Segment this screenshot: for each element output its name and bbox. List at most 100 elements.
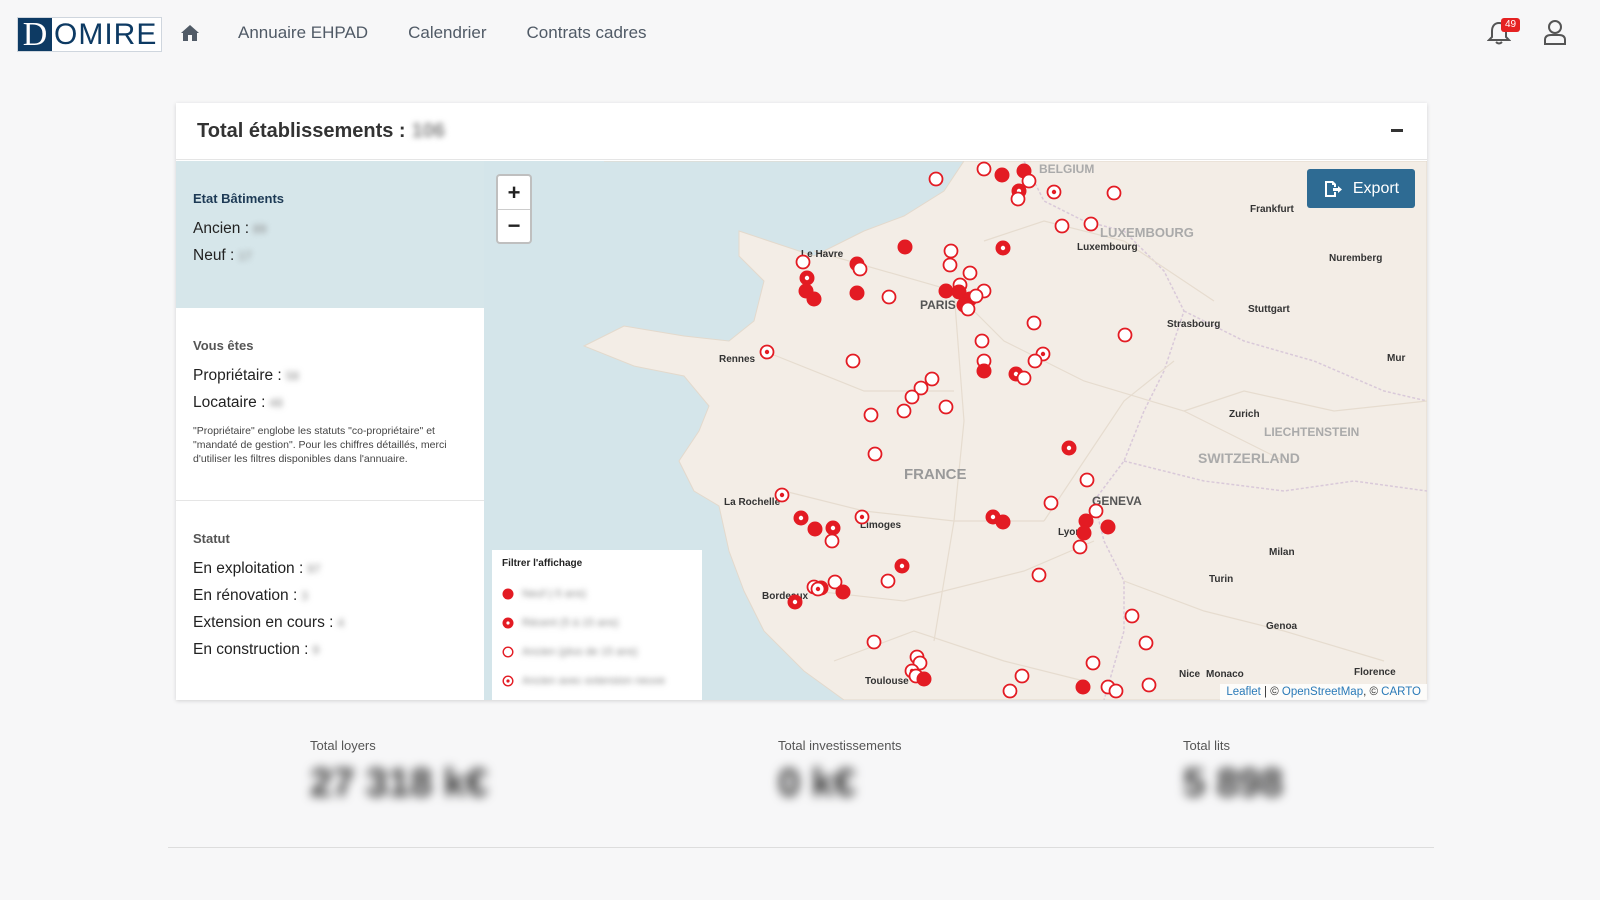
establishment-marker[interactable] [774, 487, 790, 503]
establishment-marker[interactable] [942, 257, 958, 273]
establishment-marker[interactable] [795, 254, 811, 270]
map-city-label: SWITZERLAND [1198, 450, 1300, 466]
establishment-marker[interactable] [1083, 216, 1099, 232]
total-loyers: Total loyers 27 318 k€ [310, 738, 488, 805]
establishment-marker[interactable] [1054, 218, 1070, 234]
establishment-marker[interactable] [976, 363, 992, 379]
map-city-label: Toulouse [865, 676, 909, 687]
establishment-marker[interactable] [1026, 315, 1042, 331]
osm-link[interactable]: OpenStreetMap [1282, 686, 1363, 698]
establishment-marker[interactable] [976, 161, 992, 177]
establishment-marker[interactable] [810, 581, 826, 597]
establishment-marker[interactable] [1046, 184, 1062, 200]
user-icon[interactable] [1543, 19, 1569, 47]
map-city-label: LUXEMBOURG [1100, 225, 1194, 240]
establishment-marker[interactable] [894, 558, 910, 574]
establishment-marker[interactable] [904, 389, 920, 405]
vous-etes-section: Vous êtes Propriétaire :58 Locataire :48… [176, 308, 484, 501]
establishment-marker[interactable] [806, 291, 822, 307]
establishment-marker[interactable] [824, 533, 840, 549]
carto-link[interactable]: CARTO [1381, 686, 1421, 698]
establishment-marker[interactable] [1117, 327, 1133, 343]
zoom-out-button[interactable]: − [498, 209, 530, 242]
establishment-marker[interactable] [938, 399, 954, 415]
domire-logo[interactable]: D OMIRE [17, 17, 163, 52]
bell-icon[interactable]: 49 [1486, 18, 1521, 46]
establishment-marker[interactable] [924, 371, 940, 387]
establishment-marker[interactable] [897, 239, 913, 255]
establishment-marker[interactable] [916, 671, 932, 687]
establishment-marker[interactable] [1021, 173, 1037, 189]
establishment-marker[interactable] [1079, 472, 1095, 488]
establishment-marker[interactable] [995, 514, 1011, 530]
establishment-marker[interactable] [1088, 503, 1104, 519]
establishment-marker[interactable] [968, 288, 984, 304]
establishment-marker[interactable] [807, 521, 823, 537]
home-icon[interactable] [180, 22, 202, 44]
stat-exploitation: En exploitation :97 [193, 560, 321, 577]
establishment-marker[interactable] [1002, 683, 1018, 699]
establishment-marker[interactable] [799, 270, 815, 286]
map-city-label: Frankfurt [1250, 204, 1295, 215]
establishment-marker[interactable] [1014, 668, 1030, 684]
leaflet-link[interactable]: Leaflet [1226, 686, 1261, 698]
establishment-marker[interactable] [867, 446, 883, 462]
establishment-marker[interactable] [1100, 519, 1116, 535]
footer-divider [168, 847, 1434, 848]
establishment-marker[interactable] [938, 283, 954, 299]
establishment-marker[interactable] [852, 261, 868, 277]
establishment-marker[interactable] [825, 520, 841, 536]
establishment-marker[interactable] [793, 510, 809, 526]
main-nav: Annuaire EHPAD Calendrier Contrats cadre… [180, 22, 687, 44]
establishment-marker[interactable] [1072, 539, 1088, 555]
establishment-marker[interactable] [896, 403, 912, 419]
establishment-marker[interactable] [759, 344, 775, 360]
establishment-marker[interactable] [1076, 525, 1092, 541]
establishment-marker[interactable] [995, 240, 1011, 256]
establishment-marker[interactable] [1031, 567, 1047, 583]
establishment-marker[interactable] [943, 243, 959, 259]
establishment-marker[interactable] [880, 573, 896, 589]
establishment-marker[interactable] [863, 407, 879, 423]
establishment-marker[interactable] [854, 509, 870, 525]
nav-calendrier[interactable]: Calendrier [408, 23, 486, 43]
zoom-in-button[interactable]: + [498, 176, 530, 209]
filter-neuf[interactable]: Neuf (-5 ans) [502, 579, 692, 608]
establishment-marker[interactable] [866, 634, 882, 650]
establishment-marker[interactable] [1108, 683, 1124, 699]
establishment-marker[interactable] [962, 265, 978, 281]
nav-contrats-cadres[interactable]: Contrats cadres [527, 23, 647, 43]
establishment-marker[interactable] [1085, 655, 1101, 671]
establishment-marker[interactable] [1061, 440, 1077, 456]
export-button[interactable]: Export [1307, 169, 1415, 208]
establishment-marker[interactable] [1010, 191, 1026, 207]
establishment-marker[interactable] [994, 167, 1010, 183]
establishment-marker[interactable] [928, 171, 944, 187]
establishment-marker[interactable] [960, 301, 976, 317]
establishment-marker[interactable] [1141, 677, 1157, 693]
map-city-label: Genoa [1266, 621, 1298, 632]
establishment-marker[interactable] [787, 594, 803, 610]
establishment-marker[interactable] [849, 285, 865, 301]
establishment-marker[interactable] [1106, 185, 1122, 201]
stat-renovation: En rénovation :3 [193, 587, 308, 604]
establishment-marker[interactable] [974, 333, 990, 349]
establishment-marker[interactable] [1124, 608, 1140, 624]
establishment-marker[interactable] [881, 289, 897, 305]
filter-ancien-extension[interactable]: Ancien avec extension neuve [502, 666, 692, 695]
establishment-marker[interactable] [1075, 679, 1091, 695]
notification-badge: 49 [1501, 18, 1521, 32]
filter-recent[interactable]: Récent (5 à 15 ans) [502, 608, 692, 637]
filter-ancien[interactable]: Ancien (plus de 15 ans) [502, 637, 692, 666]
establishment-marker[interactable] [1027, 353, 1043, 369]
collapse-button[interactable] [1387, 119, 1407, 139]
export-icon [1324, 180, 1342, 197]
establishments-map[interactable]: Le Havre PARIS Rennes La Rochelle Limoges Bor… [484, 161, 1427, 700]
establishment-marker[interactable] [845, 353, 861, 369]
establishment-marker[interactable] [1138, 635, 1154, 651]
map-city-label: FRANCE [904, 466, 967, 483]
establishment-marker[interactable] [1016, 370, 1032, 386]
nav-annuaire-ehpad[interactable]: Annuaire EHPAD [238, 23, 368, 43]
establishment-marker[interactable] [1043, 495, 1059, 511]
establishment-marker[interactable] [835, 584, 851, 600]
